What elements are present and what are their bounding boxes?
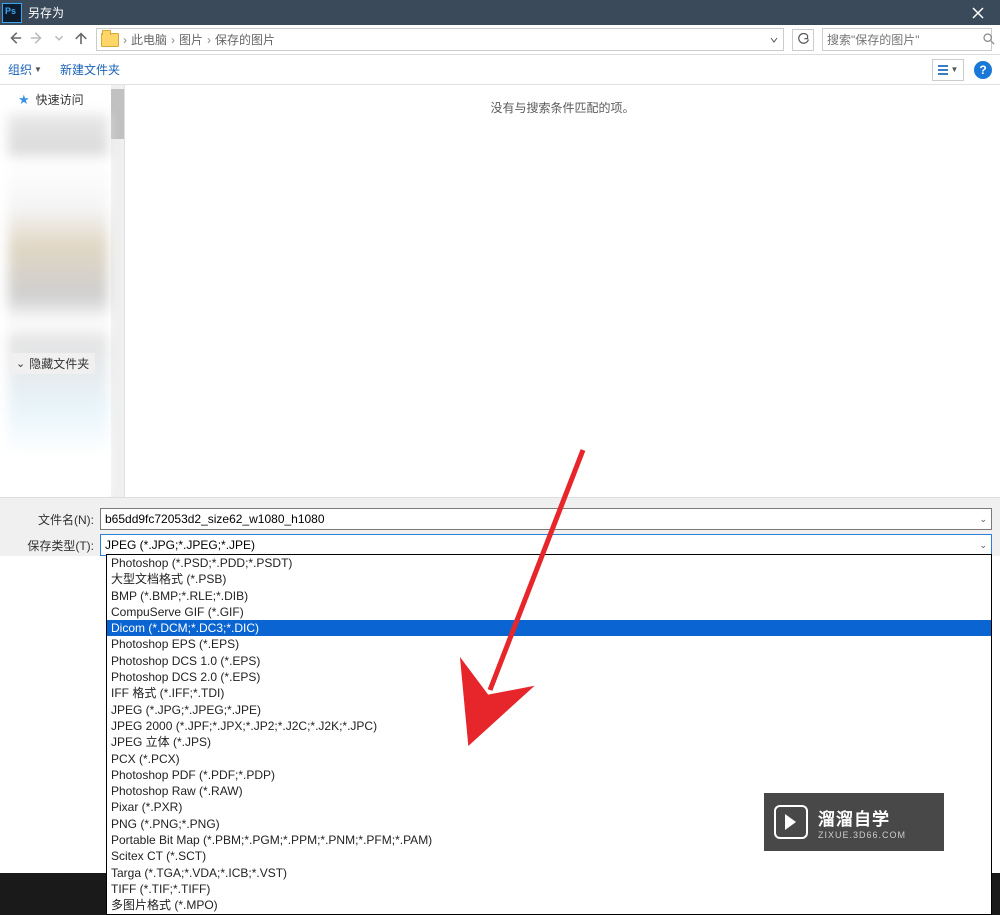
- nav-back-button[interactable]: [8, 31, 22, 48]
- chevron-down-icon: ⌄: [16, 357, 25, 370]
- breadcrumb-sep: ›: [123, 33, 127, 47]
- filetype-option[interactable]: CompuServe GIF (*.GIF): [107, 604, 991, 620]
- file-list-area[interactable]: 没有与搜索条件匹配的项。: [125, 85, 1000, 497]
- chevron-down-icon: [769, 35, 779, 45]
- refresh-icon: [797, 33, 810, 46]
- hide-folders-link[interactable]: ⌄ 隐藏文件夹: [10, 353, 95, 374]
- filetype-option[interactable]: JPEG 立体 (*.JPS): [107, 734, 991, 750]
- chevron-down-icon: ▼: [34, 65, 42, 74]
- arrow-up-icon: [74, 31, 88, 45]
- filetype-option[interactable]: JPEG 2000 (*.JPF;*.JPX;*.JP2;*.J2C;*.J2K…: [107, 718, 991, 734]
- navigation-sidebar[interactable]: ★ 快速访问: [0, 85, 125, 497]
- filetype-option[interactable]: 多图片格式 (*.MPO): [107, 897, 991, 913]
- search-icon: [982, 32, 995, 48]
- address-dropdown[interactable]: [769, 35, 779, 45]
- search-input[interactable]: [827, 33, 982, 47]
- sidebar-scrollbar[interactable]: [111, 85, 124, 497]
- filetype-option[interactable]: TIFF (*.TIF;*.TIFF): [107, 881, 991, 897]
- star-icon: ★: [18, 92, 30, 108]
- chevron-down-icon: [52, 31, 66, 45]
- arrow-right-icon: [30, 31, 44, 45]
- new-folder-label: 新建文件夹: [60, 61, 120, 78]
- organize-label: 组织: [8, 61, 32, 78]
- filetype-option[interactable]: JPEG (*.JPG;*.JPEG;*.JPE): [107, 702, 991, 718]
- organize-button[interactable]: 组织 ▼: [8, 61, 42, 78]
- watermark-badge: 溜溜自学 ZIXUE.3D66.COM: [764, 793, 944, 851]
- filename-input[interactable]: [105, 512, 979, 526]
- filetype-option[interactable]: Photoshop (*.PSD;*.PDD;*.PSDT): [107, 555, 991, 571]
- filetype-option[interactable]: PCX (*.PCX): [107, 751, 991, 767]
- watermark-title: 溜溜自学: [818, 805, 906, 830]
- list-view-icon: [938, 65, 948, 75]
- breadcrumb-sep: ›: [207, 33, 211, 47]
- nav-forward-button[interactable]: [30, 31, 44, 48]
- titlebar: 另存为: [0, 0, 1000, 25]
- search-box[interactable]: [822, 28, 992, 51]
- nav-up-button[interactable]: [74, 31, 88, 48]
- breadcrumb-sep: ›: [171, 33, 175, 47]
- filetype-option[interactable]: 大型文档格式 (*.PSB): [107, 571, 991, 587]
- filetype-option[interactable]: Photoshop PDF (*.PDF;*.PDP): [107, 767, 991, 783]
- folder-icon: [101, 33, 119, 47]
- photoshop-app-icon: [2, 3, 22, 23]
- new-folder-button[interactable]: 新建文件夹: [60, 61, 120, 78]
- save-as-dialog: 另存为 › 此电脑 › 图片 › 保存的图片: [0, 0, 1000, 873]
- command-bar: 组织 ▼ 新建文件夹 ▼ ?: [0, 55, 1000, 85]
- nav-bar: › 此电脑 › 图片 › 保存的图片: [0, 25, 1000, 55]
- filetype-combo[interactable]: JPEG (*.JPG;*.JPEG;*.JPE) ⌄: [100, 534, 992, 556]
- empty-message: 没有与搜索条件匹配的项。: [490, 99, 634, 497]
- close-button[interactable]: [955, 0, 1000, 25]
- chevron-down-icon: ⌄: [979, 514, 987, 525]
- filetype-option[interactable]: BMP (*.BMP;*.RLE;*.DIB): [107, 588, 991, 604]
- view-options-button[interactable]: ▼: [932, 59, 964, 81]
- filetype-dropdown-list[interactable]: Photoshop (*.PSD;*.PDD;*.PSDT)大型文档格式 (*.…: [106, 554, 992, 915]
- filetype-option[interactable]: Photoshop DCS 2.0 (*.EPS): [107, 669, 991, 685]
- help-button[interactable]: ?: [974, 61, 992, 79]
- main-content: ★ 快速访问 没有与搜索条件匹配的项。: [0, 85, 1000, 497]
- chevron-down-icon: ▼: [951, 65, 959, 74]
- filename-label: 文件名(N):: [0, 511, 100, 528]
- filetype-option[interactable]: Photoshop EPS (*.EPS): [107, 636, 991, 652]
- scrollbar-thumb[interactable]: [111, 89, 124, 139]
- breadcrumb-root[interactable]: 此电脑: [131, 31, 167, 48]
- quick-access-label: 快速访问: [36, 91, 84, 108]
- sidebar-item-quick-access[interactable]: ★ 快速访问: [0, 85, 124, 110]
- sidebar-blurred-items: [8, 114, 108, 494]
- play-icon: [774, 805, 808, 839]
- breadcrumb-l2[interactable]: 保存的图片: [215, 31, 275, 48]
- nav-recent-button[interactable]: [52, 31, 66, 48]
- close-icon: [972, 7, 984, 19]
- filetype-option[interactable]: Dicom (*.DCM;*.DC3;*.DIC): [107, 620, 991, 636]
- filetype-option[interactable]: IFF 格式 (*.IFF;*.TDI): [107, 685, 991, 701]
- arrow-left-icon: [8, 31, 22, 45]
- watermark-url: ZIXUE.3D66.COM: [818, 830, 906, 840]
- filetype-option[interactable]: Photoshop DCS 1.0 (*.EPS): [107, 653, 991, 669]
- address-bar[interactable]: › 此电脑 › 图片 › 保存的图片: [96, 28, 784, 51]
- breadcrumb-l1[interactable]: 图片: [179, 31, 203, 48]
- filetype-value: JPEG (*.JPG;*.JPEG;*.JPE): [105, 538, 979, 552]
- chevron-down-icon: ⌄: [979, 540, 987, 551]
- filename-field[interactable]: ⌄: [100, 508, 992, 530]
- dialog-title: 另存为: [28, 4, 955, 21]
- filetype-label: 保存类型(T):: [0, 537, 100, 554]
- refresh-button[interactable]: [792, 29, 814, 51]
- hide-folders-label: 隐藏文件夹: [29, 355, 89, 372]
- save-form: 文件名(N): ⌄ 保存类型(T): JPEG (*.JPG;*.JPEG;*.…: [0, 497, 1000, 556]
